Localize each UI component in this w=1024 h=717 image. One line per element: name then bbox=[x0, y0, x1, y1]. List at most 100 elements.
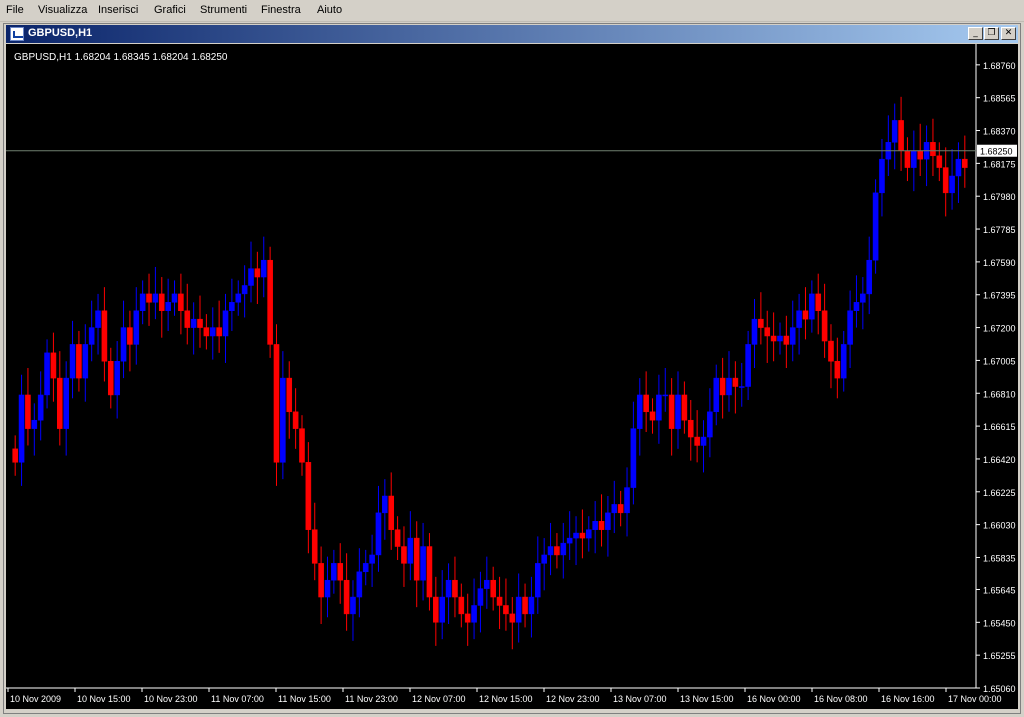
candle-body bbox=[828, 340, 834, 362]
candle-body bbox=[362, 563, 369, 573]
candle-body bbox=[139, 293, 146, 311]
x-tick-label: 12 Nov 23:00 bbox=[546, 694, 600, 704]
menu-bar: File Visualizza Inserisci Grafici Strume… bbox=[0, 0, 1024, 22]
candle-body bbox=[95, 310, 101, 328]
candle-body bbox=[464, 613, 471, 623]
candle-body bbox=[860, 293, 866, 303]
price-chart[interactable]: GBPUSD,H1 1.68204 1.68345 1.68204 1.6825… bbox=[6, 44, 1018, 709]
candle-body bbox=[382, 495, 388, 514]
candle-body bbox=[955, 158, 962, 177]
candle-body bbox=[356, 571, 363, 598]
window-title: GBPUSD,H1 bbox=[28, 27, 93, 39]
candle-body bbox=[248, 268, 254, 286]
candle-body bbox=[579, 532, 586, 539]
candle-body bbox=[866, 259, 873, 295]
candle-body bbox=[834, 361, 841, 379]
candle-body bbox=[44, 352, 50, 396]
candle-body bbox=[69, 344, 76, 379]
window-titlebar[interactable]: GBPUSD,H1 _ ❐ ✕ bbox=[6, 25, 1018, 43]
candle-body bbox=[299, 428, 305, 463]
candle-body bbox=[643, 394, 649, 413]
candle-body bbox=[694, 436, 700, 446]
candle-body bbox=[184, 310, 191, 328]
candle-body bbox=[783, 335, 790, 345]
candle-body bbox=[777, 335, 783, 342]
candle-body bbox=[12, 448, 18, 463]
candle-body bbox=[636, 394, 643, 429]
candle-body bbox=[37, 394, 44, 421]
restore-button[interactable]: ❐ bbox=[984, 27, 999, 40]
candle-body bbox=[57, 377, 63, 429]
candle-body bbox=[197, 318, 203, 328]
candle-body bbox=[509, 613, 516, 623]
chart-icon bbox=[10, 27, 24, 41]
candle-body bbox=[152, 293, 159, 303]
y-tick-label: 1.66030 bbox=[983, 521, 1016, 531]
candle-body bbox=[337, 563, 344, 581]
candle-body bbox=[433, 596, 439, 623]
candle-body bbox=[394, 529, 401, 547]
y-tick-label: 1.66420 bbox=[983, 455, 1016, 465]
candle-body bbox=[452, 579, 458, 598]
candle-body bbox=[165, 302, 171, 311]
menu-strumenti[interactable]: Strumenti bbox=[200, 4, 247, 16]
y-tick-label: 1.68565 bbox=[983, 94, 1016, 104]
candle-body bbox=[216, 327, 222, 337]
x-tick-label: 16 Nov 00:00 bbox=[747, 694, 801, 704]
y-tick-label: 1.66615 bbox=[983, 422, 1016, 432]
candle-body bbox=[566, 537, 573, 544]
minimize-button[interactable]: _ bbox=[968, 27, 983, 40]
candle-body bbox=[496, 596, 503, 606]
candle-body bbox=[891, 120, 898, 143]
candle-body bbox=[554, 546, 560, 556]
close-button[interactable]: ✕ bbox=[1001, 27, 1016, 40]
y-tick-label: 1.67590 bbox=[983, 258, 1016, 268]
candle-body bbox=[203, 327, 210, 337]
candle-body bbox=[738, 386, 745, 388]
candle-body bbox=[273, 344, 280, 463]
candle-body bbox=[413, 537, 420, 581]
menu-file[interactable]: File bbox=[6, 4, 24, 16]
candle-body bbox=[286, 377, 293, 413]
menu-aiuto[interactable]: Aiuto bbox=[317, 4, 342, 16]
chart-info-line: GBPUSD,H1 1.68204 1.68345 1.68204 1.6825… bbox=[14, 52, 228, 63]
candle-body bbox=[445, 579, 452, 598]
x-tick-label: 13 Nov 15:00 bbox=[680, 694, 734, 704]
candle-body bbox=[847, 310, 853, 345]
x-tick-label: 10 Nov 2009 bbox=[10, 694, 61, 704]
candle-body bbox=[305, 462, 312, 530]
candle-body bbox=[158, 293, 165, 311]
candle-body bbox=[324, 579, 331, 598]
candle-body bbox=[656, 394, 662, 421]
y-tick-label: 1.67980 bbox=[983, 192, 1016, 202]
y-tick-label: 1.66225 bbox=[983, 488, 1016, 498]
candle-body bbox=[809, 293, 815, 320]
candle-body bbox=[528, 596, 535, 615]
candle-body bbox=[535, 563, 541, 598]
candle-body bbox=[343, 579, 350, 615]
y-tick-label: 1.67005 bbox=[983, 356, 1016, 366]
candle-body bbox=[872, 192, 879, 261]
candle-body bbox=[178, 293, 184, 311]
candle-body bbox=[840, 344, 847, 379]
candle-body bbox=[560, 542, 567, 556]
candle-body bbox=[375, 512, 382, 556]
candle-body bbox=[114, 361, 120, 396]
menu-finestra[interactable]: Finestra bbox=[261, 4, 301, 16]
candle-body bbox=[707, 411, 713, 438]
candle-body bbox=[50, 352, 57, 379]
candle-body bbox=[369, 554, 375, 564]
menu-inserisci[interactable]: Inserisci bbox=[98, 4, 138, 16]
candle-body bbox=[267, 259, 273, 345]
x-tick-label: 11 Nov 23:00 bbox=[345, 694, 398, 704]
menu-visualizza[interactable]: Visualizza bbox=[38, 4, 87, 16]
candle-body bbox=[624, 487, 630, 514]
candle-body bbox=[477, 588, 484, 606]
candle-body bbox=[911, 150, 917, 168]
candle-body bbox=[585, 529, 592, 539]
candle-body bbox=[815, 293, 822, 311]
candle-body bbox=[675, 394, 681, 429]
menu-grafici[interactable]: Grafici bbox=[154, 4, 186, 16]
candle-body bbox=[120, 327, 127, 362]
candle-body bbox=[350, 596, 356, 615]
